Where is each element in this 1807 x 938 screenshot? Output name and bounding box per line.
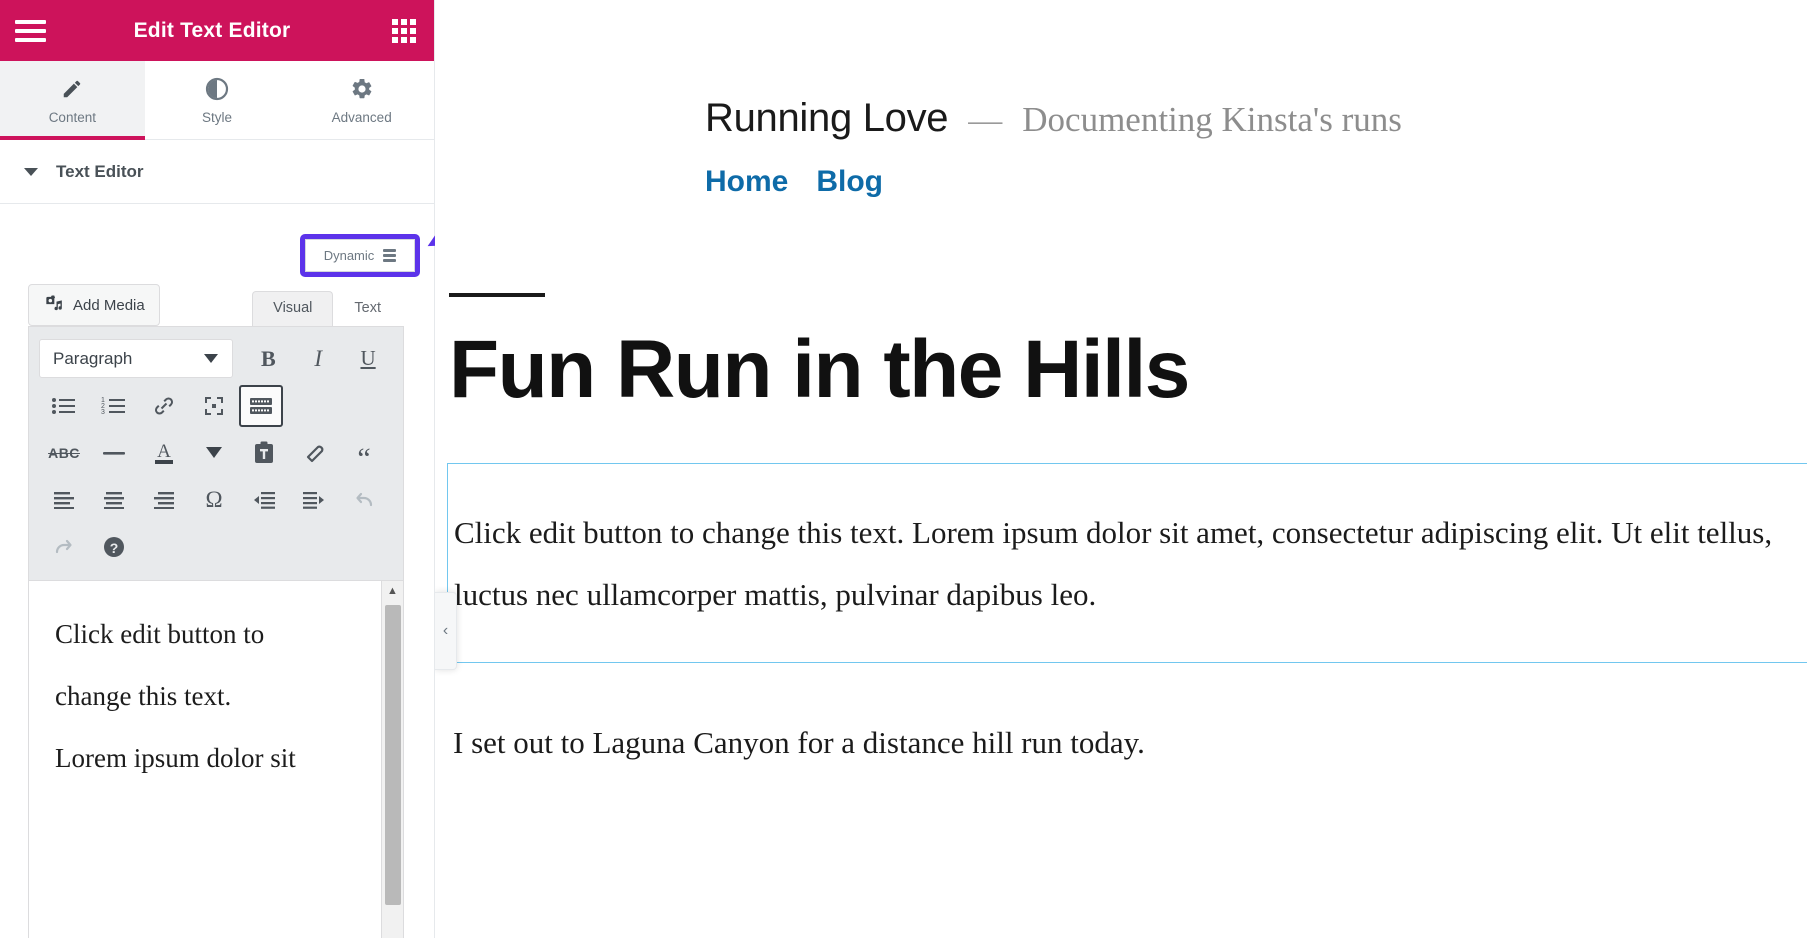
stack-icon	[383, 249, 396, 262]
special-character-button[interactable]: Ω	[189, 479, 239, 521]
decrease-indent-button[interactable]	[239, 479, 289, 521]
dynamic-button[interactable]: Dynamic	[305, 239, 415, 272]
undo-button[interactable]	[339, 479, 389, 521]
panel-title: Edit Text Editor	[50, 19, 374, 43]
selected-widget-paragraph: Click edit button to change this text. L…	[448, 502, 1807, 626]
site-tagline: Documenting Kinsta's runs	[1022, 100, 1402, 140]
editor-line: Click edit button to	[55, 603, 355, 665]
following-paragraph: I set out to Laguna Canyon for a distanc…	[453, 725, 1807, 761]
toolbar-toggle-button[interactable]	[239, 385, 283, 427]
tab-advanced[interactable]: Advanced	[289, 61, 434, 139]
scroll-up-icon[interactable]: ▲	[382, 581, 403, 601]
tab-text[interactable]: Text	[333, 291, 402, 327]
redo-button[interactable]	[39, 526, 89, 568]
insert-link-button[interactable]	[139, 385, 189, 427]
editor-line: change this text.	[55, 665, 355, 727]
page-preview: Running Love — Documenting Kinsta's runs…	[435, 0, 1807, 938]
toolbar-row-4: Ω	[39, 476, 393, 523]
align-center-button[interactable]	[89, 479, 139, 521]
editor-mode-tabs: Visual Text	[252, 291, 402, 327]
add-media-label: Add Media	[73, 297, 145, 314]
bold-button[interactable]: B	[243, 338, 293, 380]
svg-text:A: A	[157, 441, 171, 462]
selected-text-widget[interactable]: Click edit button to change this text. L…	[447, 463, 1807, 663]
pencil-icon	[61, 76, 83, 102]
divider	[449, 293, 545, 297]
horizontal-line-button[interactable]	[89, 432, 139, 474]
svg-text:?: ?	[110, 540, 119, 556]
editor-scrollbar[interactable]: ▲	[381, 581, 403, 938]
tab-style-label: Style	[202, 110, 232, 125]
editor-content-area[interactable]: Click edit button to change this text. L…	[28, 580, 404, 938]
toolbar-row-3: ABC A	[39, 429, 393, 476]
add-media-button[interactable]: Add Media	[28, 284, 160, 326]
align-left-button[interactable]	[39, 479, 89, 521]
nav-link-blog[interactable]: Blog	[816, 165, 883, 199]
panel-tabs: Content Style Advanced	[0, 61, 434, 140]
section-title: Text Editor	[56, 162, 144, 182]
numbered-list-button[interactable]: 1 2 3	[89, 385, 139, 427]
site-nav: Home Blog	[705, 165, 1807, 199]
format-select-value: Paragraph	[53, 349, 132, 369]
bulleted-list-button[interactable]	[39, 385, 89, 427]
dynamic-tag-highlight: Dynamic	[300, 234, 420, 277]
site-title-separator: —	[968, 102, 1002, 140]
chevron-down-icon	[24, 168, 38, 176]
align-right-button[interactable]	[139, 479, 189, 521]
strikethrough-button[interactable]: ABC	[39, 432, 89, 474]
clear-formatting-button[interactable]	[289, 432, 339, 474]
text-color-button[interactable]: A	[139, 432, 189, 474]
panel-header: Edit Text Editor	[0, 0, 434, 61]
underline-button[interactable]: U	[343, 338, 393, 380]
editor-top-bar: Add Media Visual Text	[28, 278, 404, 326]
paste-as-text-button[interactable]	[239, 432, 289, 474]
editor-toolbar: Paragraph B I U	[28, 326, 404, 580]
tab-content[interactable]: Content	[0, 61, 145, 139]
camera-media-icon	[43, 293, 63, 317]
site-title[interactable]: Running Love	[705, 96, 948, 141]
site-title-line: Running Love — Documenting Kinsta's runs	[705, 96, 1807, 141]
toolbar-row-2: 1 2 3	[39, 382, 393, 429]
tab-advanced-label: Advanced	[332, 110, 392, 125]
keyboard-shortcuts-button[interactable]: ?	[89, 526, 139, 568]
tab-content-label: Content	[49, 110, 96, 125]
toolbar-row-1: Paragraph B I U	[39, 335, 393, 382]
italic-button[interactable]: I	[293, 338, 343, 380]
chevron-down-icon	[204, 354, 218, 363]
text-color-dropdown[interactable]	[189, 432, 239, 474]
site-header: Running Love — Documenting Kinsta's runs…	[435, 0, 1807, 199]
contrast-circle-icon	[205, 76, 229, 102]
toolbar-row-5: ?	[39, 523, 393, 570]
editor-content-text[interactable]: Click edit button to change this text. L…	[29, 581, 381, 811]
elementor-editor-screen: Edit Text Editor Content	[0, 0, 1807, 938]
format-select[interactable]: Paragraph	[39, 339, 233, 378]
editor-line: Lorem ipsum dolor sit	[55, 727, 355, 789]
dynamic-button-label: Dynamic	[324, 248, 375, 263]
blockquote-button[interactable]: “	[339, 432, 389, 474]
svg-text:3: 3	[101, 409, 105, 416]
gear-icon	[350, 76, 374, 102]
post-title[interactable]: Fun Run in the Hills	[449, 329, 1807, 411]
tab-visual[interactable]: Visual	[252, 291, 333, 327]
elementor-panel: Edit Text Editor Content	[0, 0, 435, 938]
increase-indent-button[interactable]	[289, 479, 339, 521]
scrollbar-thumb[interactable]	[385, 605, 401, 905]
tab-style[interactable]: Style	[145, 61, 290, 139]
fullscreen-button[interactable]	[189, 385, 239, 427]
grid-icon[interactable]	[374, 0, 434, 61]
wysiwyg-editor: Add Media Visual Text Paragraph B I U	[28, 278, 404, 938]
panel-collapse-handle[interactable]: ‹	[435, 592, 457, 670]
section-header-text-editor[interactable]: Text Editor	[0, 140, 434, 204]
nav-link-home[interactable]: Home	[705, 165, 788, 199]
